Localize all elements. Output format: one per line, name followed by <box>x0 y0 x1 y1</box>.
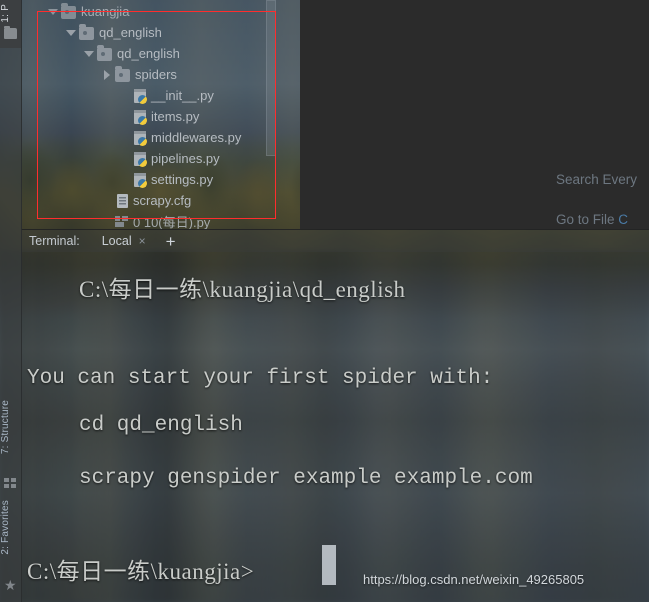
misc-file-icon <box>115 216 128 227</box>
watermark: https://blog.csdn.net/weixin_49265805 <box>363 572 585 587</box>
tree-item-label: pipelines.py <box>151 151 220 166</box>
chevron-down-icon[interactable] <box>47 6 58 17</box>
chevron-right-icon[interactable] <box>101 69 112 80</box>
python-file-icon <box>134 88 147 104</box>
python-file-icon <box>134 151 147 167</box>
terminal-line: cd qd_english <box>79 414 243 437</box>
structure-icon[interactable] <box>4 478 17 488</box>
tree-item-label: __init__.py <box>151 88 214 103</box>
sidebar-item-project[interactable]: 1: P <box>0 4 21 23</box>
close-icon[interactable]: × <box>139 234 146 248</box>
tree-item-label: qd_english <box>117 46 180 61</box>
terminal-tab-local-label: Local <box>101 234 132 248</box>
folder-icon <box>79 23 94 40</box>
tree-item-label: items.py <box>151 109 200 124</box>
tree-item-items-py[interactable]: items.py <box>119 106 199 127</box>
editor-area[interactable]: Search Every Go to File C <box>300 0 649 229</box>
folder-icon <box>97 44 112 61</box>
tree-item-0-10-py[interactable]: 0 10(每日).py <box>101 211 210 229</box>
chevron-down-icon[interactable] <box>65 27 76 38</box>
folder-icon[interactable] <box>4 26 17 39</box>
tree-item-scrapy-cfg[interactable]: scrapy.cfg <box>101 190 191 211</box>
tree-item-qd-english[interactable]: qd_english <box>65 22 162 43</box>
terminal-line: You can start your first spider with: <box>27 367 494 390</box>
tree-item-settings-py[interactable]: settings.py <box>119 169 213 190</box>
terminal-cursor <box>322 545 336 585</box>
config-file-icon <box>117 193 128 208</box>
hint-search-everywhere-label: Search Every <box>556 172 638 187</box>
hint-go-to-file: Go to File C <box>556 212 628 227</box>
terminal-tabbar: Terminal: Local × + <box>21 230 649 252</box>
python-file-icon <box>134 109 147 125</box>
star-icon[interactable]: ★ <box>4 578 17 592</box>
tree-item-label: spiders <box>135 67 177 82</box>
tree-item-label: kuangjia <box>81 4 130 19</box>
terminal-line: scrapy genspider example example.com <box>79 467 533 490</box>
sidebar-item-favorites[interactable]: 2: Favorites <box>0 500 21 555</box>
tool-window-stripe: 1: P 7: Structure 2: Favorites ★ <box>0 0 22 602</box>
ide-window: Search Every Go to File C kuangjia qd_eng… <box>0 0 649 602</box>
python-file-icon <box>134 172 147 188</box>
hint-go-to-file-key: C <box>618 212 629 227</box>
tree-item-label: settings.py <box>151 172 214 187</box>
add-terminal-tab-button[interactable]: + <box>166 233 176 250</box>
tree-item-label: 0 10(每日).py <box>133 215 211 229</box>
hint-search-everywhere: Search Every <box>556 172 637 187</box>
folder-icon <box>115 65 130 82</box>
chevron-down-icon[interactable] <box>83 48 94 59</box>
project-tree-scrollbar[interactable] <box>266 0 276 156</box>
tree-item-label: middlewares.py <box>151 130 242 145</box>
sidebar-item-structure[interactable]: 7: Structure <box>0 400 21 454</box>
python-file-icon <box>134 130 147 146</box>
terminal-title: Terminal: <box>29 234 80 248</box>
terminal-line: C:\每日一练\kuangjia\qd_english <box>79 277 406 302</box>
project-tree[interactable]: kuangjia qd_english qd_englishspiders __ini… <box>21 0 300 229</box>
folder-icon <box>61 2 76 19</box>
tree-item-spiders[interactable]: spiders <box>101 64 177 85</box>
tree-item-init-py[interactable]: __init__.py <box>119 85 214 106</box>
tree-item-middlewares-py[interactable]: middlewares.py <box>119 127 241 148</box>
tree-item-label: qd_english <box>99 25 162 40</box>
tree-item-qd-english[interactable]: qd_english <box>83 43 180 64</box>
tree-item-pipelines-py[interactable]: pipelines.py <box>119 148 220 169</box>
hint-go-to-file-label: Go to File <box>556 212 615 227</box>
terminal-tab-local[interactable]: Local × <box>102 234 146 248</box>
tree-item-kuangjia[interactable]: kuangjia <box>47 1 129 22</box>
tree-item-label: scrapy.cfg <box>133 193 192 208</box>
terminal-line: C:\每日一练\kuangjia> <box>27 559 255 584</box>
